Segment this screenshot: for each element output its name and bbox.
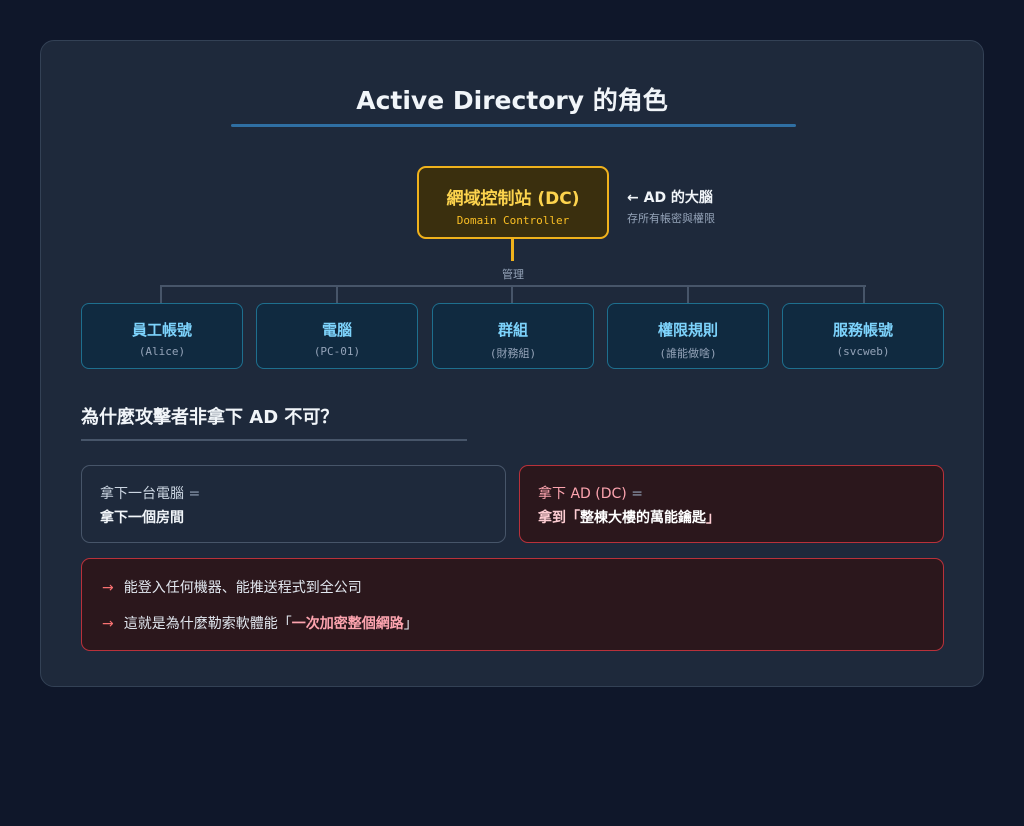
node-service-accounts: 服務帳號 (svcweb) — [782, 303, 944, 369]
node-groups: 群組 (財務組) — [432, 303, 594, 369]
diagram-card: Active Directory 的角色 網域控制站 (DC) Domain C… — [40, 40, 984, 687]
compare-left-line1: 拿下一台電腦 = — [100, 482, 487, 506]
dc-title: 網域控制站 (DC) — [446, 189, 580, 209]
impact-bullet: → 這就是為什麼勒索軟體能「一次加密整個網路」 — [102, 612, 923, 648]
node-computers: 電腦 (PC-01) — [256, 303, 418, 369]
impact-highlight: 一次加密整個網路 — [291, 616, 404, 632]
node-subtitle: (PC-01) — [313, 345, 361, 358]
compare-right-text: 拿下 AD (DC) — [538, 486, 627, 502]
node-subtitle: (svcweb) — [836, 345, 890, 358]
node-title: 權限規則 — [657, 321, 718, 339]
node-subtitle: (Alice) — [138, 345, 186, 358]
branch-line-2 — [336, 285, 338, 304]
compare-right-line1: 拿下 AD (DC) = — [538, 482, 925, 506]
node-title: 員工帳號 — [131, 321, 192, 339]
node-subtitle: (財務組) — [489, 347, 537, 360]
arrow-right-icon: → — [102, 580, 114, 596]
compare-single-computer: 拿下一台電腦 = 拿下一個房間 — [81, 465, 506, 543]
compare-left-line2: 拿下一個房間 — [100, 510, 184, 526]
compare-right-line2: 拿到「整棟大樓的萬能鑰匙」 — [538, 506, 925, 530]
equals-sign: = — [631, 486, 643, 502]
compare-right-highlight: 整棟大樓的萬能鑰匙 — [580, 510, 706, 526]
page-title: Active Directory 的角色 — [356, 86, 668, 115]
dc-subtitle: Domain Controller — [456, 214, 570, 227]
section-heading: 為什麼攻擊者非拿下 AD 不可？ — [81, 407, 339, 428]
node-user-accounts: 員工帳號 (Alice) — [81, 303, 243, 369]
impact-bullet: → 能登入任何機器、能推送程式到全公司 — [102, 576, 923, 612]
domain-controller-node: 網域控制站 (DC) Domain Controller — [417, 166, 609, 239]
compare-right-prefix: 拿到「 — [538, 510, 580, 526]
equals-sign: = — [188, 486, 201, 502]
dc-annotation: ← AD 的大腦 存所有帳密與權限 — [627, 187, 715, 226]
branch-bar — [160, 285, 866, 287]
compare-left-text: 拿下一台電腦 — [100, 486, 184, 502]
dc-note-subtitle: 存所有帳密與權限 — [627, 212, 715, 225]
title-underline — [231, 124, 796, 127]
impact-text: 能登入任何機器、能推送程式到全公司 — [123, 580, 362, 596]
node-title: 服務帳號 — [832, 321, 893, 339]
compare-domain-controller: 拿下 AD (DC) = 拿到「整棟大樓的萬能鑰匙」 — [519, 465, 944, 543]
branch-line-5 — [863, 285, 865, 304]
node-permission-rules: 權限規則 (誰能做啥) — [607, 303, 769, 369]
branch-line-3 — [511, 285, 513, 304]
node-title: 群組 — [497, 321, 528, 339]
node-title: 電腦 — [321, 321, 352, 339]
section-underline — [81, 439, 467, 441]
branch-line-4 — [687, 285, 689, 304]
manage-label: 管理 — [502, 268, 524, 281]
node-subtitle: (誰能做啥) — [659, 347, 717, 360]
dc-connector — [511, 239, 514, 261]
arrow-right-icon: → — [102, 616, 114, 632]
impact-text-suffix: 」 — [403, 616, 418, 632]
compare-right-suffix: 」 — [706, 510, 720, 526]
impact-text: 這就是為什麼勒索軟體能「 — [123, 616, 292, 632]
dc-note-title: ← AD 的大腦 — [627, 190, 713, 206]
impact-callout: → 能登入任何機器、能推送程式到全公司 → 這就是為什麼勒索軟體能「一次加密整個網路… — [81, 558, 944, 651]
branch-line-1 — [160, 285, 162, 304]
